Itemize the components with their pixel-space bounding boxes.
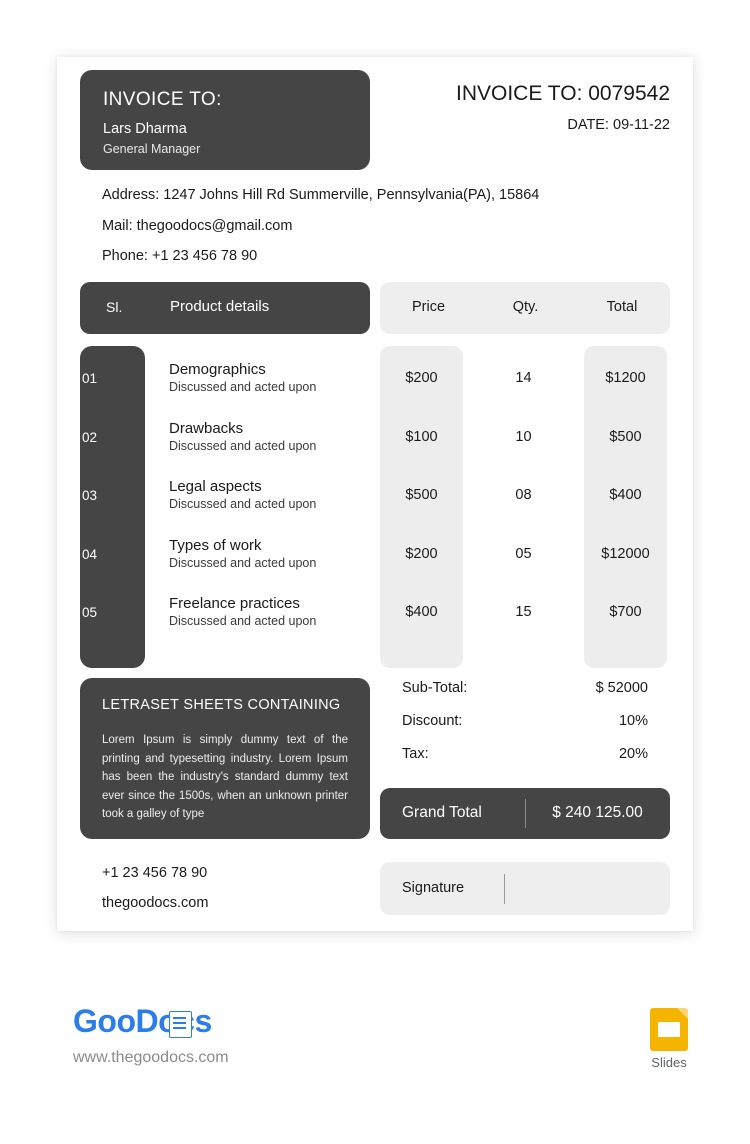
- totals-list: Sub-Total: $ 52000 Discount: 10% Tax: 20%: [380, 680, 670, 779]
- signature-box[interactable]: Signature: [380, 862, 670, 915]
- totals-value: 20%: [618, 746, 648, 762]
- totals-label: Tax:: [402, 746, 429, 762]
- row-total: $500: [609, 428, 642, 445]
- row-product-desc: Discussed and acted upon: [169, 380, 317, 394]
- footer-website[interactable]: thegoodocs.com: [102, 895, 208, 912]
- row-product-desc: Discussed and acted upon: [169, 614, 317, 628]
- brand-url[interactable]: www.thegoodocs.com: [73, 1050, 313, 1066]
- totals-label: Sub-Total:: [402, 680, 468, 696]
- signature-label: Signature: [402, 880, 465, 896]
- row-serial: 03: [81, 488, 98, 503]
- row-serial: 01: [81, 371, 98, 386]
- contact-address: Address: 1247 Johns Hill Rd Summerville,…: [102, 187, 540, 203]
- row-product-name: Demographics: [169, 361, 266, 378]
- totals-label: Discount:: [402, 713, 463, 729]
- table-header-right: Price Qty. Total: [380, 282, 670, 334]
- bill-to-title: INVOICE TO:: [103, 89, 222, 110]
- row-qty: 15: [515, 604, 532, 620]
- contact-phone: Phone: +1 23 456 78 90: [102, 248, 258, 265]
- google-slides-icon: [650, 1008, 688, 1051]
- row-qty: 10: [515, 428, 532, 445]
- footer-phone: +1 23 456 78 90: [102, 865, 208, 881]
- bill-to-box: INVOICE TO: Lars Dharma General Manager: [80, 70, 370, 170]
- totals-value: $ 52000: [595, 680, 648, 696]
- row-product-name: Freelance practices: [169, 595, 300, 612]
- row-price: $400: [405, 604, 438, 620]
- note-title: LETRASET SHEETS CONTAINING: [102, 697, 341, 713]
- slides-rect-glyph: [658, 1022, 680, 1037]
- grand-total-box: Grand Total $ 240 125.00: [380, 788, 670, 839]
- totals-row: Sub-Total: $ 52000: [380, 680, 670, 713]
- signature-divider: [504, 874, 505, 904]
- invoice-card: INVOICE TO: Lars Dharma General Manager …: [57, 57, 693, 931]
- contact-mail: Mail: thegoodocs@gmail.com: [102, 217, 293, 234]
- table-header-left: Sl. Product details: [80, 282, 370, 334]
- row-serial: 02: [81, 429, 98, 445]
- slides-label: Slides: [651, 1055, 687, 1070]
- column-header-qty: Qty.: [512, 299, 539, 315]
- row-serial: 05: [81, 605, 98, 620]
- row-qty: 14: [515, 370, 532, 386]
- brand-footer: GooDocs www.thegoodocs.com: [73, 1005, 313, 1066]
- row-total: $1200: [605, 370, 646, 386]
- invoice-date: DATE: 09-11-22: [567, 117, 670, 133]
- totals-row: Discount: 10%: [380, 713, 670, 746]
- document-icon: [169, 1011, 192, 1038]
- footer-contact: +1 23 456 78 90 thegoodocs.com: [102, 865, 208, 924]
- column-header-sl: Sl.: [106, 299, 123, 315]
- invoice-number: INVOICE TO: 0079542: [455, 82, 670, 105]
- column-header-product: Product details: [170, 298, 270, 315]
- slides-badge[interactable]: Slides: [645, 1008, 693, 1069]
- grand-total-value: $ 240 125.00: [552, 804, 643, 821]
- row-product-name: Legal aspects: [169, 478, 262, 495]
- client-name: Lars Dharma: [103, 120, 187, 137]
- totals-value: 10%: [618, 713, 648, 729]
- column-header-total: Total: [606, 299, 638, 315]
- row-product-name: Types of work: [169, 536, 262, 554]
- row-serial: 04: [81, 546, 98, 562]
- note-body: Lorem Ipsum is simply dummy text of the …: [102, 733, 348, 821]
- row-product-desc: Discussed and acted upon: [169, 438, 317, 453]
- row-price: $200: [405, 370, 438, 386]
- row-qty: 05: [515, 545, 532, 562]
- goodocs-logo: GooDocs: [73, 1005, 313, 1041]
- row-total: $400: [609, 487, 642, 503]
- row-qty: 08: [515, 487, 532, 503]
- note-box: LETRASET SHEETS CONTAINING Lorem Ipsum i…: [80, 678, 370, 839]
- row-product-desc: Discussed and acted upon: [169, 497, 317, 511]
- row-product-desc: Discussed and acted upon: [169, 555, 317, 570]
- row-price: $100: [405, 428, 438, 445]
- grand-total-label: Grand Total: [402, 804, 482, 821]
- row-total: $700: [609, 604, 642, 620]
- contact-block: Address: 1247 Johns Hill Rd Summerville,…: [102, 187, 662, 279]
- row-product-name: Drawbacks: [169, 419, 244, 437]
- totals-row: Tax: 20%: [380, 746, 670, 779]
- row-price: $200: [405, 545, 438, 562]
- client-role: General Manager: [103, 141, 201, 156]
- column-header-price: Price: [411, 299, 446, 315]
- row-total: $12000: [601, 545, 650, 562]
- row-price: $500: [405, 487, 438, 503]
